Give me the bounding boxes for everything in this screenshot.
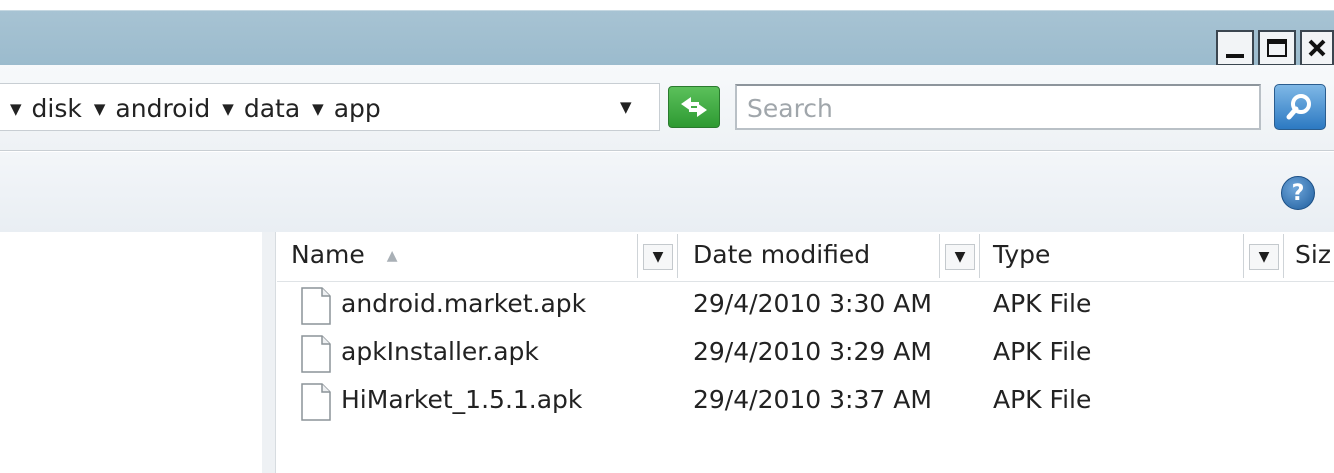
search-placeholder: Search [747, 94, 833, 123]
file-row[interactable]: android.market.apk 29/4/2010 3:30 AM APK… [277, 282, 1334, 330]
column-type-dropdown[interactable]: ▼ [1249, 244, 1279, 270]
file-icon [301, 383, 331, 421]
chevron-down-icon[interactable]: ▼ [222, 100, 234, 118]
file-list: android.market.apk 29/4/2010 3:30 AM APK… [277, 282, 1334, 426]
file-row[interactable]: apkInstaller.apk 29/4/2010 3:29 AM APK F… [277, 330, 1334, 378]
window-title-bar[interactable] [0, 10, 1334, 66]
refresh-icon [681, 97, 707, 117]
close-icon [1308, 39, 1326, 57]
file-name: android.market.apk [341, 289, 587, 318]
close-button[interactable] [1300, 30, 1334, 66]
file-type: APK File [993, 337, 1092, 366]
column-name-label: Name [291, 240, 365, 269]
breadcrumb-item-disk[interactable]: disk [32, 94, 82, 123]
sort-ascending-icon: ▲ [386, 248, 398, 264]
toolbar: ? [0, 152, 1334, 232]
column-date-label: Date modified [693, 240, 871, 269]
refresh-button[interactable] [668, 86, 720, 128]
chevron-down-icon[interactable]: ▼ [10, 100, 22, 118]
file-row[interactable]: HiMarket_1.5.1.apk 29/4/2010 3:37 AM APK… [277, 378, 1334, 426]
file-date: 29/4/2010 3:30 AM [693, 289, 932, 318]
file-date: 29/4/2010 3:37 AM [693, 385, 932, 414]
column-header-size[interactable]: Siz [1295, 240, 1331, 269]
column-header-type[interactable]: Type [993, 240, 1050, 269]
maximize-button[interactable] [1258, 30, 1296, 66]
address-bar-area: ▼ disk ▼ android ▼ data ▼ app ▼ Search [0, 65, 1334, 151]
file-type: APK File [993, 289, 1092, 318]
navigation-pane[interactable] [0, 232, 262, 473]
column-separator[interactable] [1283, 234, 1284, 278]
help-icon[interactable]: ? [1281, 176, 1315, 210]
breadcrumb: ▼ disk ▼ android ▼ data ▼ app [10, 94, 393, 123]
file-icon [301, 287, 331, 325]
column-header-name[interactable]: Name ▲ [291, 240, 398, 269]
column-size-label: Siz [1295, 240, 1331, 269]
address-history-dropdown[interactable]: ▼ [620, 98, 632, 116]
column-headers: Name ▲ ▼ Date modified ▼ Type ▼ Siz [277, 232, 1334, 282]
column-separator[interactable] [979, 234, 980, 278]
search-input[interactable]: Search [735, 84, 1261, 130]
window-controls [1216, 30, 1334, 66]
search-icon [1286, 94, 1311, 120]
column-header-date[interactable]: Date modified [693, 240, 870, 269]
pane-divider[interactable] [262, 232, 276, 473]
breadcrumb-item-data[interactable]: data [244, 94, 300, 123]
file-name: HiMarket_1.5.1.apk [341, 385, 583, 414]
search-button[interactable] [1274, 84, 1326, 130]
file-name: apkInstaller.apk [341, 337, 539, 366]
column-separator[interactable] [637, 234, 638, 278]
file-date: 29/4/2010 3:29 AM [693, 337, 932, 366]
column-separator[interactable] [1243, 234, 1244, 278]
breadcrumb-item-android[interactable]: android [115, 94, 210, 123]
breadcrumb-item-app[interactable]: app [334, 94, 381, 123]
column-separator[interactable] [939, 234, 940, 278]
file-type: APK File [993, 385, 1092, 414]
column-type-label: Type [993, 240, 1051, 269]
maximize-icon [1267, 39, 1287, 57]
column-separator[interactable] [677, 234, 678, 278]
file-icon [301, 335, 331, 373]
minimize-button[interactable] [1216, 30, 1254, 66]
minimize-icon [1226, 54, 1244, 58]
chevron-down-icon[interactable]: ▼ [94, 100, 106, 118]
address-bar[interactable]: ▼ disk ▼ android ▼ data ▼ app ▼ [0, 83, 660, 131]
chevron-down-icon[interactable]: ▼ [312, 100, 324, 118]
column-name-dropdown[interactable]: ▼ [643, 244, 673, 270]
column-date-dropdown[interactable]: ▼ [945, 244, 975, 270]
